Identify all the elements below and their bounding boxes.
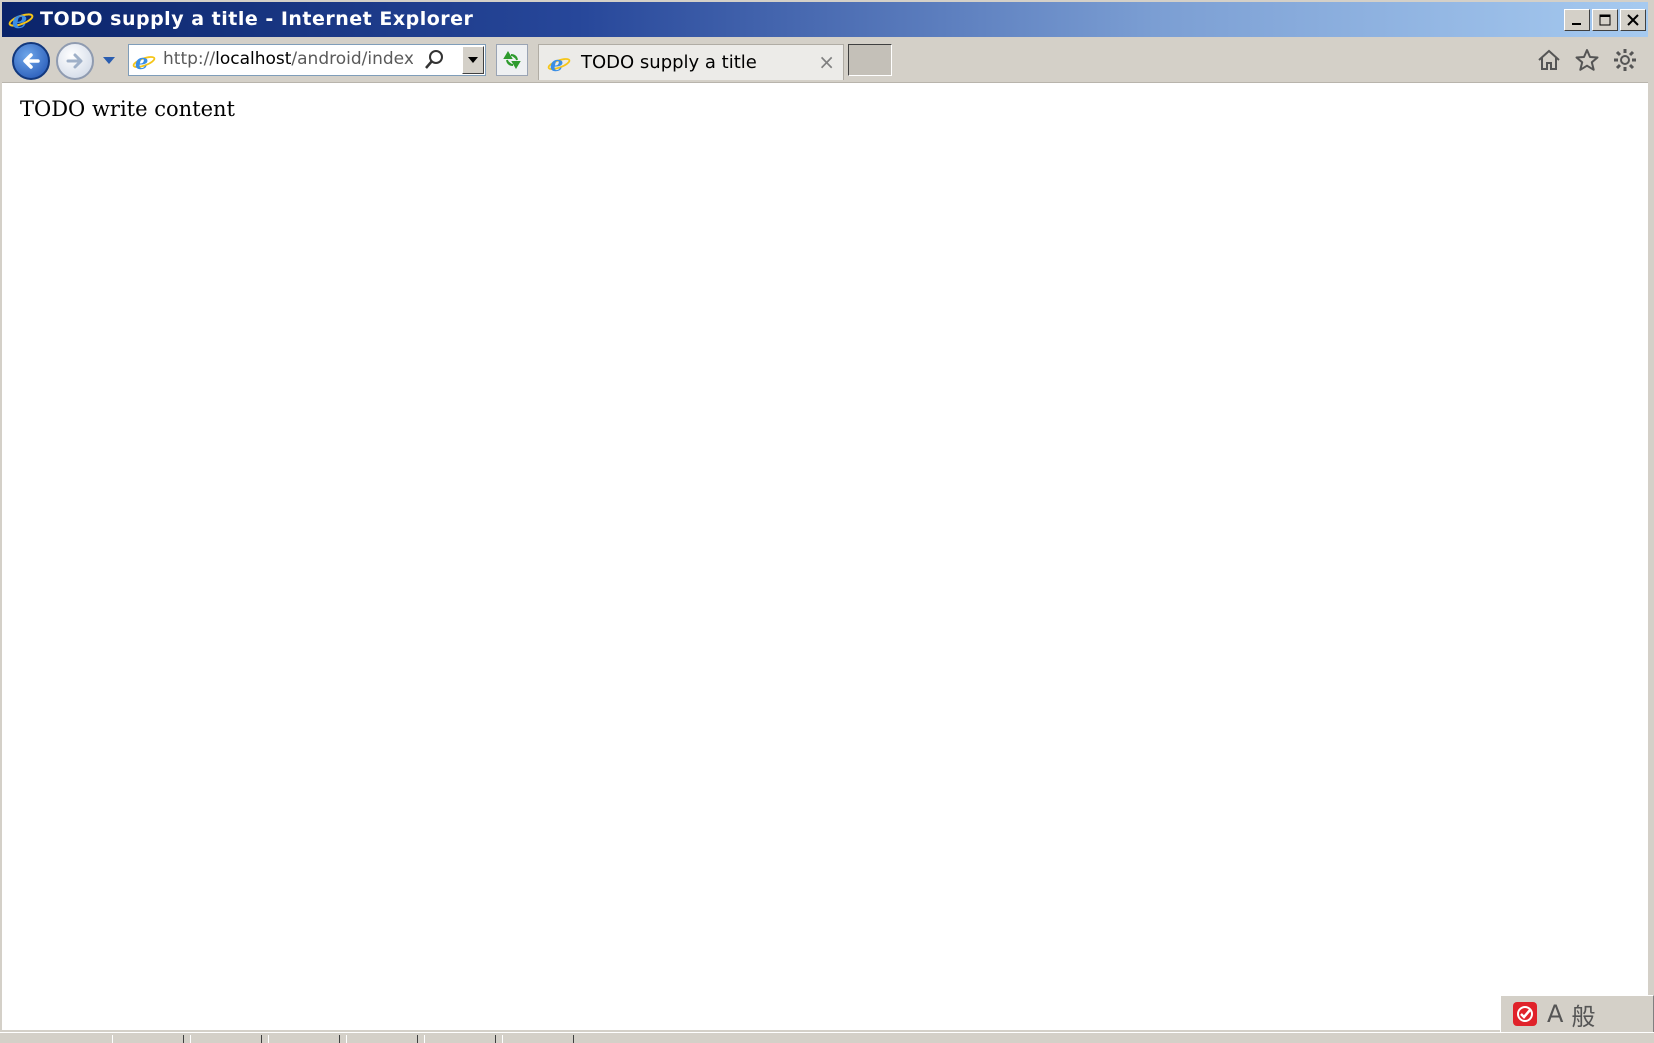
window-controls	[1564, 9, 1646, 31]
browser-window: e TODO supply a title - Internet Explore…	[0, 0, 1650, 1032]
page-content: TODO write content	[2, 83, 1648, 1030]
close-icon	[1627, 14, 1639, 26]
toolbar-right	[1536, 47, 1638, 73]
page-body-text: TODO write content	[20, 97, 235, 121]
ime-icon[interactable]	[1511, 1000, 1539, 1028]
window-title: TODO supply a title - Internet Explorer	[40, 8, 474, 30]
taskbar	[0, 1032, 1654, 1043]
ime-mode-a[interactable]: A	[1547, 1000, 1563, 1028]
new-tab-button[interactable]	[848, 44, 892, 76]
favorites-star-icon[interactable]	[1574, 47, 1600, 73]
ie-logo-icon: e	[8, 6, 34, 32]
tab-close-icon[interactable]: ×	[818, 50, 835, 74]
tab-ie-icon: e	[547, 51, 571, 75]
maximize-icon	[1599, 14, 1611, 26]
navigation-bar: e http://localhost/android/index.htı e T…	[2, 37, 1648, 83]
page-ie-icon: e	[132, 49, 156, 73]
svg-text:e: e	[135, 49, 148, 73]
home-icon[interactable]	[1536, 47, 1562, 73]
address-dropdown-button[interactable]	[462, 46, 484, 74]
address-url[interactable]: http://localhost/android/index.htı	[163, 49, 413, 69]
ime-toolbar[interactable]: A 般	[1500, 995, 1654, 1033]
minimize-icon	[1572, 23, 1581, 25]
ime-mode-kanji[interactable]: 般	[1571, 997, 1595, 1032]
tab-active[interactable]: e TODO supply a title ×	[538, 44, 844, 80]
back-arrow-icon	[23, 53, 40, 69]
back-button[interactable]	[12, 42, 50, 80]
url-path: /android/index.htı	[291, 49, 413, 69]
forward-button[interactable]	[56, 42, 94, 80]
refresh-icon	[503, 51, 521, 69]
forward-arrow-icon	[66, 53, 83, 69]
svg-text:e: e	[550, 51, 563, 75]
chevron-down-icon	[468, 57, 478, 63]
search-icon[interactable]	[423, 49, 445, 71]
minimize-button[interactable]	[1564, 9, 1590, 31]
title-bar[interactable]: e TODO supply a title - Internet Explore…	[2, 2, 1648, 37]
address-bar[interactable]: e http://localhost/android/index.htı	[128, 44, 486, 76]
maximize-button[interactable]	[1592, 9, 1618, 31]
svg-text:e: e	[12, 6, 27, 32]
close-button[interactable]	[1620, 9, 1646, 31]
url-host: localhost	[215, 49, 292, 69]
history-dropdown-icon[interactable]	[102, 56, 116, 66]
refresh-button[interactable]	[496, 44, 528, 76]
tab-title: TODO supply a title	[581, 52, 757, 73]
gear-icon[interactable]	[1612, 47, 1638, 73]
url-prefix: http://	[163, 49, 216, 69]
